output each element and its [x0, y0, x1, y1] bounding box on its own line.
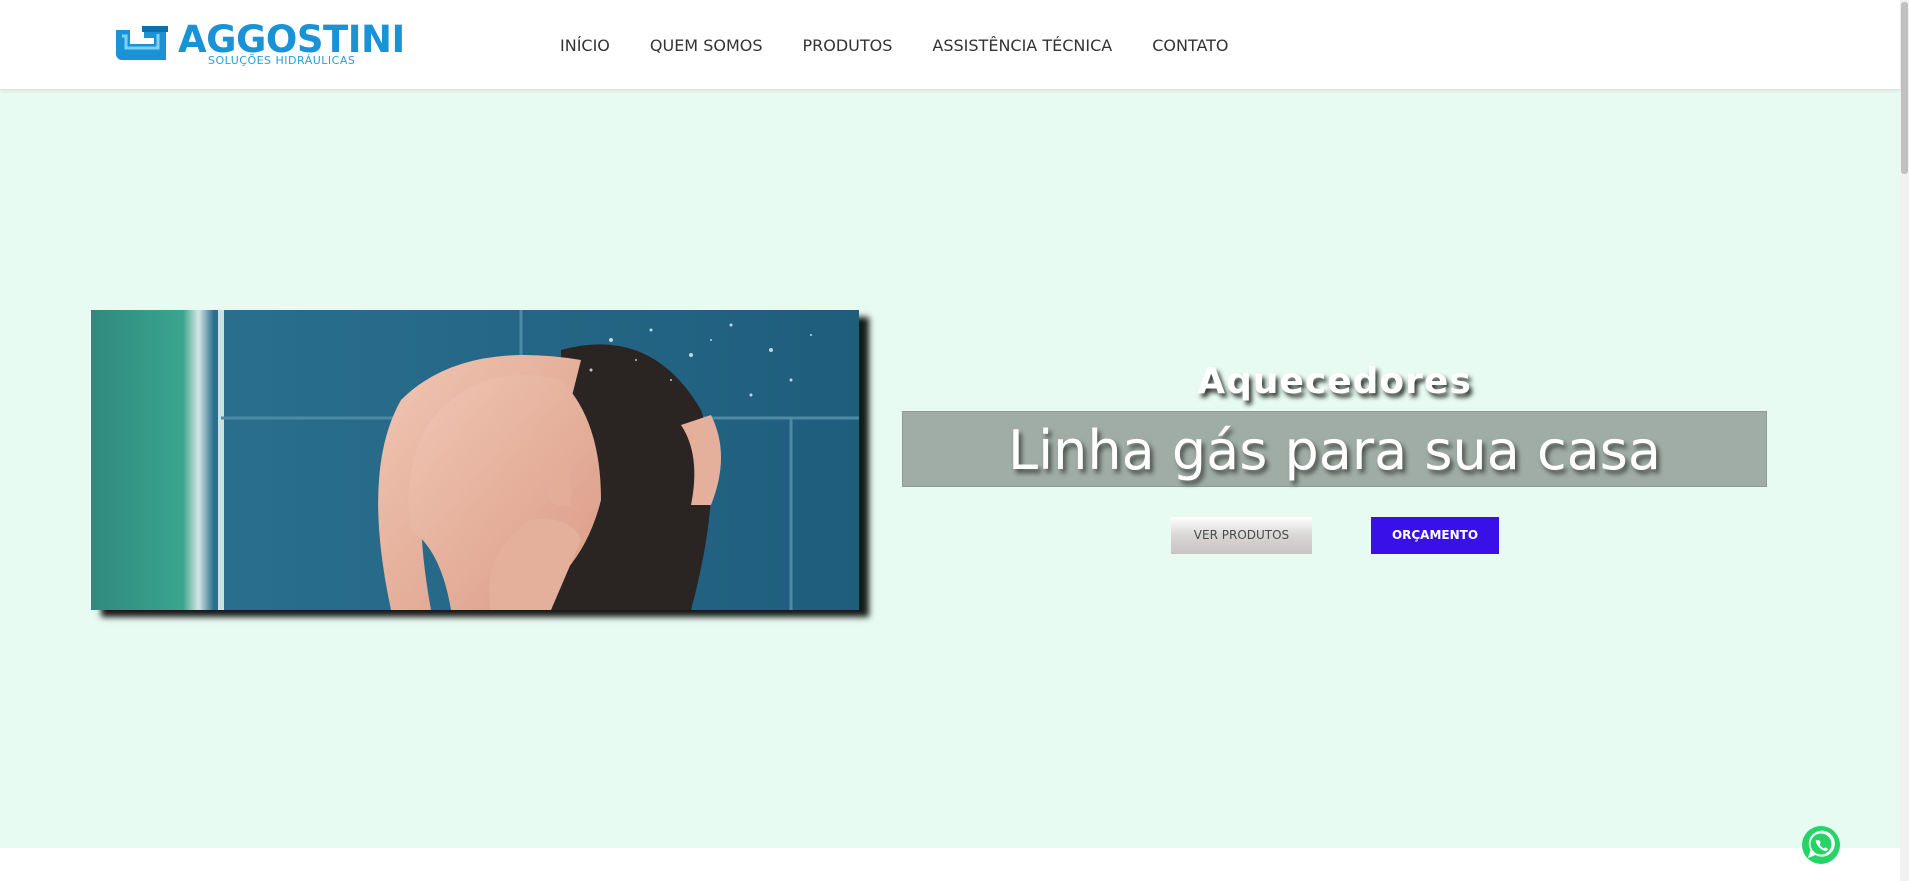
shower-photo: [91, 310, 859, 610]
hero-title: Linha gás para sua casa: [1008, 419, 1661, 482]
logo-subtitle: SOLUÇÕES HIDRÁULICAS: [208, 54, 356, 67]
orcamento-button[interactable]: ORÇAMENTO: [1371, 517, 1499, 554]
main-nav: INÍCIO QUEM SOMOS PRODUTOS ASSISTÊNCIA T…: [560, 0, 1269, 90]
nav-inicio[interactable]: INÍCIO: [560, 36, 610, 55]
nav-assistencia-tecnica[interactable]: ASSISTÊNCIA TÉCNICA: [932, 36, 1112, 55]
nav-quem-somos[interactable]: QUEM SOMOS: [650, 36, 763, 55]
hero-section: Aquecedores Linha gás para sua casa VER …: [0, 90, 1900, 848]
hero-content: Aquecedores Linha gás para sua casa VER …: [902, 360, 1767, 560]
hero-kicker: Aquecedores: [1197, 361, 1472, 402]
hero-title-band: Linha gás para sua casa: [902, 411, 1767, 487]
pipe-logo-icon: [116, 26, 168, 60]
whatsapp-button[interactable]: [1800, 824, 1842, 866]
scrollbar-thumb[interactable]: [1901, 2, 1908, 174]
nav-contato[interactable]: CONTATO: [1152, 36, 1228, 55]
site-logo[interactable]: AGGOSTINI SOLUÇÕES HIDRÁULICAS: [112, 20, 405, 70]
nav-produtos[interactable]: PRODUTOS: [803, 36, 893, 55]
page-scrollbar[interactable]: [1900, 0, 1909, 881]
site-header: AGGOSTINI SOLUÇÕES HIDRÁULICAS INÍCIO QU…: [0, 0, 1900, 90]
ver-produtos-button[interactable]: VER PRODUTOS: [1171, 517, 1312, 554]
hero-shower-image: [91, 310, 859, 610]
whatsapp-icon: [1802, 826, 1840, 864]
